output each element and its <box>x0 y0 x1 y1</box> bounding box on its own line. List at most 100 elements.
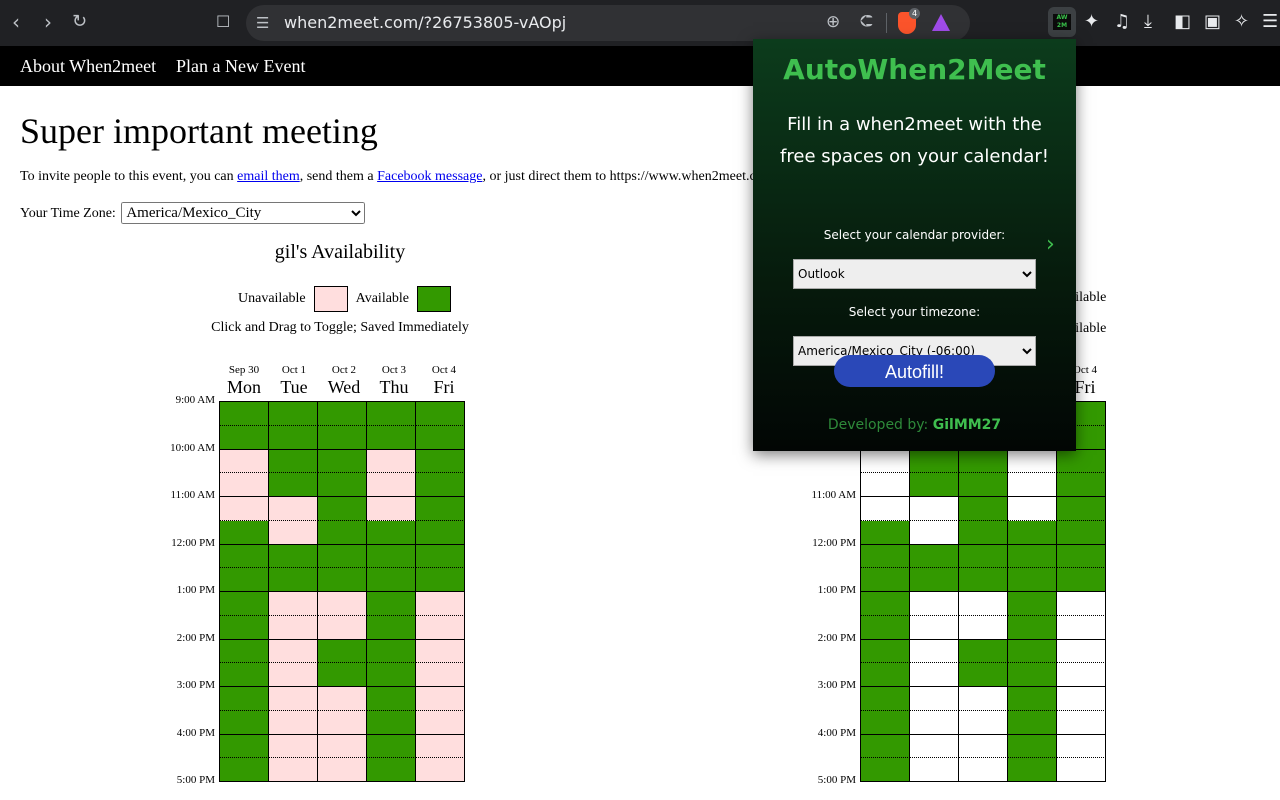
time-slot-cell[interactable] <box>367 592 416 616</box>
time-slot-cell[interactable] <box>416 568 465 592</box>
bookmark-icon[interactable]: ☐ <box>216 10 230 34</box>
time-slot-cell[interactable] <box>220 687 269 711</box>
share-icon[interactable]: ⮈ <box>860 12 873 32</box>
autofill-button[interactable]: Autofill! <box>834 355 995 387</box>
time-slot-cell[interactable] <box>416 758 465 782</box>
time-slot-cell[interactable] <box>416 639 465 664</box>
time-slot-cell[interactable] <box>269 449 318 474</box>
time-slot-cell[interactable] <box>220 497 269 521</box>
time-slot-cell[interactable] <box>416 687 465 711</box>
time-slot-cell[interactable] <box>220 710 269 735</box>
time-slot-cell[interactable] <box>367 710 416 735</box>
time-slot-cell[interactable] <box>416 520 465 545</box>
time-slot-cell[interactable] <box>269 425 318 450</box>
autowhen2meet-extension-icon[interactable]: AW 2M <box>1048 7 1076 37</box>
download-icon[interactable]: ⤓ <box>1144 11 1152 33</box>
time-slot-cell[interactable] <box>318 710 367 735</box>
time-slot-cell[interactable] <box>269 520 318 545</box>
brave-rewards-icon[interactable] <box>932 14 950 31</box>
time-slot-cell[interactable] <box>367 734 416 759</box>
leo-ai-icon[interactable]: ✧ <box>1234 11 1249 33</box>
time-slot-cell[interactable] <box>269 568 318 592</box>
time-slot-cell[interactable] <box>269 687 318 711</box>
time-slot-cell[interactable] <box>367 758 416 782</box>
time-slot-cell[interactable] <box>220 520 269 545</box>
time-slot-cell[interactable] <box>416 710 465 735</box>
facebook-link[interactable]: Facebook message <box>377 169 482 184</box>
time-slot-cell[interactable] <box>269 497 318 521</box>
time-slot-cell[interactable] <box>318 425 367 450</box>
calendar-provider-select[interactable]: Outlook <box>793 259 1036 289</box>
time-slot-cell[interactable] <box>367 449 416 474</box>
time-slot-cell[interactable] <box>318 639 367 664</box>
url-text[interactable]: when2meet.com/?26753805-vAOpj <box>284 13 566 32</box>
time-slot-cell[interactable] <box>269 734 318 759</box>
extensions-puzzle-icon[interactable]: ✦ <box>1084 11 1099 33</box>
time-slot-cell[interactable] <box>416 402 465 426</box>
time-slot-cell[interactable] <box>220 615 269 640</box>
time-slot-cell[interactable] <box>367 544 416 569</box>
time-slot-cell[interactable] <box>269 473 318 497</box>
time-slot-cell[interactable] <box>269 758 318 782</box>
time-slot-cell[interactable] <box>220 663 269 687</box>
timezone-select[interactable]: America/Mexico_City <box>121 202 366 224</box>
about-link[interactable]: About When2meet <box>20 56 156 77</box>
reload-icon[interactable]: ↻ <box>72 10 87 34</box>
time-slot-cell[interactable] <box>318 544 367 569</box>
time-slot-cell[interactable] <box>318 687 367 711</box>
time-slot-cell[interactable] <box>367 402 416 426</box>
site-settings-icon[interactable]: ☰ <box>256 14 269 32</box>
wallet-icon[interactable]: ▣ <box>1204 11 1221 33</box>
time-slot-cell[interactable] <box>416 615 465 640</box>
time-slot-cell[interactable] <box>220 425 269 450</box>
menu-icon[interactable]: ☰ <box>1262 11 1278 33</box>
time-slot-cell[interactable] <box>367 663 416 687</box>
time-slot-cell[interactable] <box>220 734 269 759</box>
time-slot-cell[interactable] <box>220 758 269 782</box>
music-icon[interactable]: ♫ <box>1114 11 1130 33</box>
time-slot-cell[interactable] <box>220 473 269 497</box>
forward-icon[interactable]: › <box>44 10 52 34</box>
time-slot-cell[interactable] <box>318 758 367 782</box>
time-slot-cell[interactable] <box>220 402 269 426</box>
time-slot-cell[interactable] <box>367 497 416 521</box>
time-slot-cell[interactable] <box>318 663 367 687</box>
time-slot-cell[interactable] <box>367 687 416 711</box>
time-slot-cell[interactable] <box>269 710 318 735</box>
time-slot-cell[interactable] <box>220 592 269 616</box>
time-slot-cell[interactable] <box>318 615 367 640</box>
time-slot-cell[interactable] <box>416 425 465 450</box>
time-slot-cell[interactable] <box>318 592 367 616</box>
time-slot-cell[interactable] <box>318 402 367 426</box>
time-slot-cell[interactable] <box>269 402 318 426</box>
time-slot-cell[interactable] <box>220 568 269 592</box>
time-slot-cell[interactable] <box>318 734 367 759</box>
time-slot-cell[interactable] <box>416 473 465 497</box>
time-slot-cell[interactable] <box>367 615 416 640</box>
time-slot-cell[interactable] <box>220 449 269 474</box>
time-slot-cell[interactable] <box>220 544 269 569</box>
time-slot-cell[interactable] <box>416 592 465 616</box>
address-bar[interactable]: ☰ when2meet.com/?26753805-vAOpj ⊕ ⮈ 4 <box>246 5 970 41</box>
time-slot-cell[interactable] <box>416 663 465 687</box>
time-slot-cell[interactable] <box>367 425 416 450</box>
time-slot-cell[interactable] <box>269 592 318 616</box>
time-slot-cell[interactable] <box>318 497 367 521</box>
back-icon[interactable]: ‹ <box>12 10 20 34</box>
time-slot-cell[interactable] <box>269 639 318 664</box>
time-slot-cell[interactable] <box>318 449 367 474</box>
time-slot-cell[interactable] <box>269 544 318 569</box>
time-slot-cell[interactable] <box>220 639 269 664</box>
sidebar-icon[interactable]: ◧ <box>1174 11 1191 33</box>
time-slot-cell[interactable] <box>416 734 465 759</box>
email-link[interactable]: email them <box>237 169 300 184</box>
plan-new-event-link[interactable]: Plan a New Event <box>176 56 305 77</box>
time-slot-cell[interactable] <box>269 663 318 687</box>
time-slot-cell[interactable] <box>318 568 367 592</box>
zoom-icon[interactable]: ⊕ <box>826 12 840 32</box>
time-slot-cell[interactable] <box>416 497 465 521</box>
time-slot-cell[interactable] <box>416 544 465 569</box>
time-slot-cell[interactable] <box>367 473 416 497</box>
time-slot-cell[interactable] <box>318 473 367 497</box>
time-slot-cell[interactable] <box>416 449 465 474</box>
